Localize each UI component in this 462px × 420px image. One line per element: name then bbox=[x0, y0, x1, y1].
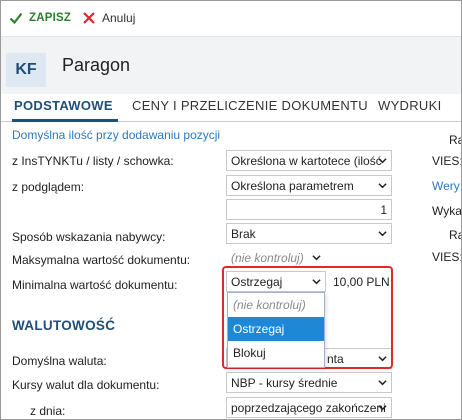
podglad-select[interactable]: Określona parametrem bbox=[226, 175, 392, 196]
checkmark-icon bbox=[9, 12, 23, 25]
row-label-date: z dnia: bbox=[30, 404, 66, 418]
close-icon bbox=[83, 12, 95, 24]
nabywca-select[interactable]: Brak bbox=[226, 223, 392, 244]
chevron-down-icon bbox=[378, 158, 387, 164]
tab-wydruki[interactable]: WYDRUKI bbox=[378, 98, 442, 113]
chevron-down-icon bbox=[378, 231, 387, 237]
podglad-value: Określona parametrem bbox=[231, 179, 354, 193]
page-title: Paragon bbox=[62, 55, 131, 75]
right-link-verify[interactable]: Wery bbox=[432, 179, 460, 193]
dropdown-option-none[interactable]: (nie kontroluj) bbox=[228, 293, 324, 317]
dropdown-list: (nie kontroluj) Ostrzegaj Blokuj bbox=[227, 292, 325, 368]
chevron-down-icon bbox=[378, 405, 387, 411]
dropdown-option-warn[interactable]: Ostrzegaj bbox=[228, 317, 324, 341]
active-tab-indicator bbox=[12, 119, 118, 122]
nabywca-value: Brak bbox=[231, 227, 256, 241]
right-label-1: Ra bbox=[449, 133, 462, 147]
chevron-down-icon bbox=[378, 380, 387, 386]
max-value-select[interactable]: (nie kontroluj) bbox=[226, 247, 326, 268]
avatar: KF bbox=[6, 53, 46, 87]
tab-ceny[interactable]: CENY I PRZELICZENIE DOKUMENTU bbox=[132, 98, 368, 113]
section-walutowosc: WALUTOWOŚĆ bbox=[12, 318, 116, 333]
tab-bar: PODSTAWOWE CENY I PRZELICZENIE DOKUMENTU… bbox=[0, 94, 462, 122]
cancel-label: Anuluj bbox=[102, 11, 136, 25]
right-label-4: Wyka bbox=[432, 204, 462, 218]
row-label-rates: Kursy walut dla dokumentu: bbox=[12, 378, 160, 392]
rates-value: NBP - kursy średnie bbox=[231, 376, 338, 390]
rates-select[interactable]: NBP - kursy średnie bbox=[226, 372, 392, 393]
row-label-nabywca: Sposób wskazania nabywcy: bbox=[12, 230, 166, 244]
instynkt-value: Określona w kartotece (ilość bbox=[231, 154, 382, 168]
row-label-max-value: Maksymalna wartość dokumentu: bbox=[12, 253, 191, 267]
right-label-vies-2: VIES: bbox=[432, 250, 462, 264]
dropdown-option-block[interactable]: Blokuj bbox=[228, 341, 324, 365]
date-select[interactable]: poprzedzającego zakończeni bbox=[226, 397, 392, 418]
row-label-currency: Domyślna waluta: bbox=[12, 354, 107, 368]
right-label-5: Ra bbox=[449, 228, 462, 242]
row-label-min-value: Minimalna wartość dokumentu: bbox=[12, 278, 178, 292]
toolbar: ZAPISZ Anuluj bbox=[0, 0, 462, 36]
tab-podstawowe[interactable]: PODSTAWOWE bbox=[14, 98, 113, 113]
quantity-value: 1 bbox=[380, 203, 387, 217]
save-label: ZAPISZ bbox=[29, 12, 72, 24]
row-label-instynkt: z InsTYNKTu / listy / schowka: bbox=[12, 154, 174, 168]
cancel-button[interactable]: Anuluj bbox=[82, 8, 135, 28]
default-quantity-link[interactable]: Domyślna ilość przy dodawaniu pozycji bbox=[12, 128, 220, 142]
right-label-vies-1: VIES: bbox=[432, 154, 462, 168]
chevron-down-icon bbox=[312, 255, 321, 261]
row-label-podglad: z podglądem: bbox=[12, 180, 85, 194]
date-value: poprzedzającego zakończeni bbox=[231, 401, 386, 415]
quantity-input[interactable]: 1 bbox=[226, 199, 392, 220]
max-value-value: (nie kontroluj) bbox=[231, 251, 304, 265]
save-button[interactable]: ZAPISZ bbox=[9, 8, 71, 28]
document-header: KF Paragon bbox=[0, 36, 462, 94]
chevron-down-icon bbox=[378, 183, 387, 189]
instynkt-select[interactable]: Określona w kartotece (ilość bbox=[226, 150, 392, 171]
